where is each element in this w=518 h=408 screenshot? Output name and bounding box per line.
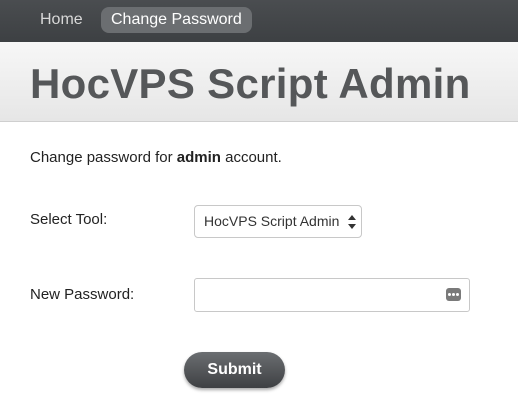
- intro-prefix: Change password for: [30, 149, 177, 166]
- select-tool-label: Select Tool:: [30, 211, 108, 228]
- nav-home-link[interactable]: Home: [30, 7, 93, 33]
- new-password-input[interactable]: [194, 278, 470, 312]
- intro-suffix: account.: [220, 149, 282, 166]
- page-title: HocVPS Script Admin: [30, 60, 471, 107]
- header-banner: HocVPS Script Admin: [0, 42, 518, 122]
- tool-select-value: HocVPS Script Admin: [204, 213, 340, 229]
- tool-select[interactable]: HocVPS Script Admin: [194, 205, 362, 238]
- up-down-arrows-icon: [348, 215, 356, 229]
- new-password-label: New Password:: [30, 286, 135, 303]
- password-manager-icon[interactable]: [446, 288, 461, 301]
- intro-text: Change password for admin account.: [30, 149, 282, 166]
- submit-button[interactable]: Submit: [184, 352, 285, 388]
- nav-change-password-link[interactable]: Change Password: [101, 7, 252, 33]
- top-nav-bar: Home Change Password: [0, 0, 518, 42]
- intro-username: admin: [176, 149, 221, 166]
